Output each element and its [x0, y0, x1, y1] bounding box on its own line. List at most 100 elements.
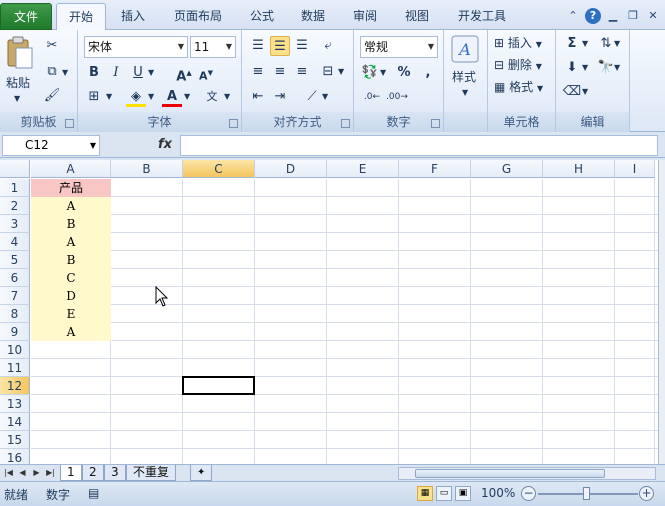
select-all-corner[interactable]	[0, 160, 30, 178]
fill-dropdown-icon[interactable]: ▼	[582, 59, 588, 77]
align-top-icon[interactable]: ☰	[248, 36, 268, 56]
fill-color-dropdown-icon[interactable]: ▼	[148, 88, 154, 106]
clear-dropdown-icon[interactable]: ▼	[582, 83, 588, 101]
insert-cells-button[interactable]: ⊞ 插入 ▼	[494, 34, 542, 54]
row-header-15[interactable]: 15	[0, 431, 30, 449]
column-header-h[interactable]: H	[543, 160, 615, 178]
orientation-dropdown-icon[interactable]: ▼	[322, 88, 328, 106]
font-name-dropdown[interactable]: 宋体 ▼	[84, 36, 188, 58]
column-header-f[interactable]: F	[399, 160, 471, 178]
row-header-14[interactable]: 14	[0, 413, 30, 431]
borders-icon[interactable]: ⊞	[84, 87, 104, 107]
format-painter-icon[interactable]: 🖌	[42, 86, 62, 106]
zoom-in-icon[interactable]: +	[639, 486, 654, 501]
restore-icon[interactable]: ❐	[625, 8, 641, 24]
row-header-6[interactable]: 6	[0, 269, 30, 287]
format-cells-button[interactable]: ▦ 格式 ▼	[494, 78, 543, 98]
row-header-2[interactable]: 2	[0, 197, 30, 215]
next-sheet-icon[interactable]: ▶	[31, 467, 42, 479]
decrease-decimal-icon[interactable]: .00→	[386, 87, 408, 107]
page-layout-view-icon[interactable]: ▭	[436, 486, 452, 501]
data-cell-a8[interactable]: E	[31, 305, 111, 323]
paste-dropdown-icon[interactable]: ▼	[14, 90, 20, 108]
grow-font-button[interactable]: A▲	[174, 63, 194, 84]
font-size-dropdown[interactable]: 11 ▼	[190, 36, 236, 58]
wrap-text-icon[interactable]: ⤶	[318, 36, 338, 56]
column-header-i[interactable]: I	[615, 160, 655, 178]
tab-developer[interactable]: 开发工具	[446, 3, 518, 29]
horizontal-scroll-thumb[interactable]	[415, 469, 605, 478]
number-format-dropdown[interactable]: 常规 ▼	[360, 36, 438, 58]
close-icon[interactable]: ✕	[645, 8, 661, 24]
row-header-4[interactable]: 4	[0, 233, 30, 251]
borders-dropdown-icon[interactable]: ▼	[106, 88, 112, 106]
zoom-out-icon[interactable]: −	[521, 486, 536, 501]
increase-indent-icon[interactable]: ⇥	[270, 87, 290, 107]
underline-dropdown-icon[interactable]: ▼	[148, 64, 154, 82]
data-cell-a5[interactable]: B	[31, 251, 111, 269]
copy-dropdown-icon[interactable]: ▼	[62, 64, 68, 82]
data-cell-a6[interactable]: C	[31, 269, 111, 287]
row-header-9[interactable]: 9	[0, 323, 30, 341]
data-cell-a9[interactable]: A	[31, 323, 111, 341]
tab-data[interactable]: 数据	[290, 3, 336, 29]
font-launcher-icon[interactable]	[229, 119, 238, 128]
phonetic-dropdown-icon[interactable]: ▼	[224, 88, 230, 106]
alignment-launcher-icon[interactable]	[341, 119, 350, 128]
underline-button[interactable]: U	[128, 63, 148, 83]
prev-sheet-icon[interactable]: ◀	[17, 467, 28, 479]
paste-button[interactable]: 粘贴 ▼	[4, 36, 36, 104]
cut-icon[interactable]: ✂	[42, 36, 62, 56]
number-launcher-icon[interactable]	[431, 119, 440, 128]
italic-button[interactable]: I	[106, 63, 126, 83]
sheet-tab-3[interactable]: 3	[104, 465, 126, 481]
copy-icon[interactable]: ⧉	[42, 62, 62, 82]
row-header-11[interactable]: 11	[0, 359, 30, 377]
column-header-c[interactable]: C	[183, 160, 255, 178]
tab-page-layout[interactable]: 页面布局	[162, 3, 234, 29]
column-header-d[interactable]: D	[255, 160, 327, 178]
row-header-1[interactable]: 1	[0, 179, 30, 197]
vertical-scrollbar[interactable]	[658, 160, 665, 464]
row-header-16[interactable]: 16	[0, 449, 30, 464]
styles-button[interactable]: A 样式 ▼	[450, 34, 484, 100]
tab-review[interactable]: 审阅	[342, 3, 388, 29]
orientation-icon[interactable]: ⟋	[302, 87, 322, 107]
active-cell[interactable]	[182, 376, 255, 395]
row-header-3[interactable]: 3	[0, 215, 30, 233]
autosum-icon[interactable]: Σ	[562, 34, 582, 54]
accounting-format-icon[interactable]: 💱	[360, 63, 380, 83]
last-sheet-icon[interactable]: ▶|	[45, 467, 56, 479]
merge-dropdown-icon[interactable]: ▼	[338, 63, 344, 81]
column-header-b[interactable]: B	[111, 160, 183, 178]
ribbon-collapse-icon[interactable]: ⌃	[565, 8, 581, 24]
row-header-5[interactable]: 5	[0, 251, 30, 269]
sheet-tab-unique[interactable]: 不重复	[126, 465, 177, 481]
percent-button[interactable]: %	[394, 63, 414, 83]
sheet-tab-1[interactable]: 1	[60, 465, 82, 481]
align-right-icon[interactable]: ≡	[292, 62, 312, 82]
insert-function-icon[interactable]: fx	[158, 137, 172, 152]
sheet-tab-2[interactable]: 2	[82, 465, 104, 481]
row-header-13[interactable]: 13	[0, 395, 30, 413]
column-header-a[interactable]: A	[31, 160, 111, 178]
align-left-icon[interactable]: ≡	[248, 62, 268, 82]
fill-icon[interactable]: ⬇	[562, 58, 582, 78]
horizontal-scrollbar[interactable]	[398, 467, 656, 480]
page-break-view-icon[interactable]: ▣	[455, 486, 471, 501]
column-header-g[interactable]: G	[471, 160, 543, 178]
zoom-slider-thumb[interactable]	[583, 487, 590, 500]
macro-record-icon[interactable]: ▤	[88, 486, 99, 500]
data-cell-a3[interactable]: B	[31, 215, 111, 233]
first-sheet-icon[interactable]: |◀	[3, 467, 14, 479]
sort-filter-dropdown-icon[interactable]: ▼	[614, 35, 620, 53]
accounting-dropdown-icon[interactable]: ▼	[380, 64, 386, 82]
align-center-icon[interactable]: ≡	[270, 62, 290, 82]
normal-view-icon[interactable]: ▦	[417, 486, 433, 501]
clipboard-launcher-icon[interactable]	[65, 119, 74, 128]
tab-insert[interactable]: 插入	[110, 3, 156, 29]
comma-button[interactable]: ,	[418, 63, 438, 83]
merge-center-icon[interactable]: ⊟	[318, 62, 338, 82]
tab-formulas[interactable]: 公式	[240, 3, 284, 29]
minimize-icon[interactable]: ▁	[605, 8, 621, 24]
